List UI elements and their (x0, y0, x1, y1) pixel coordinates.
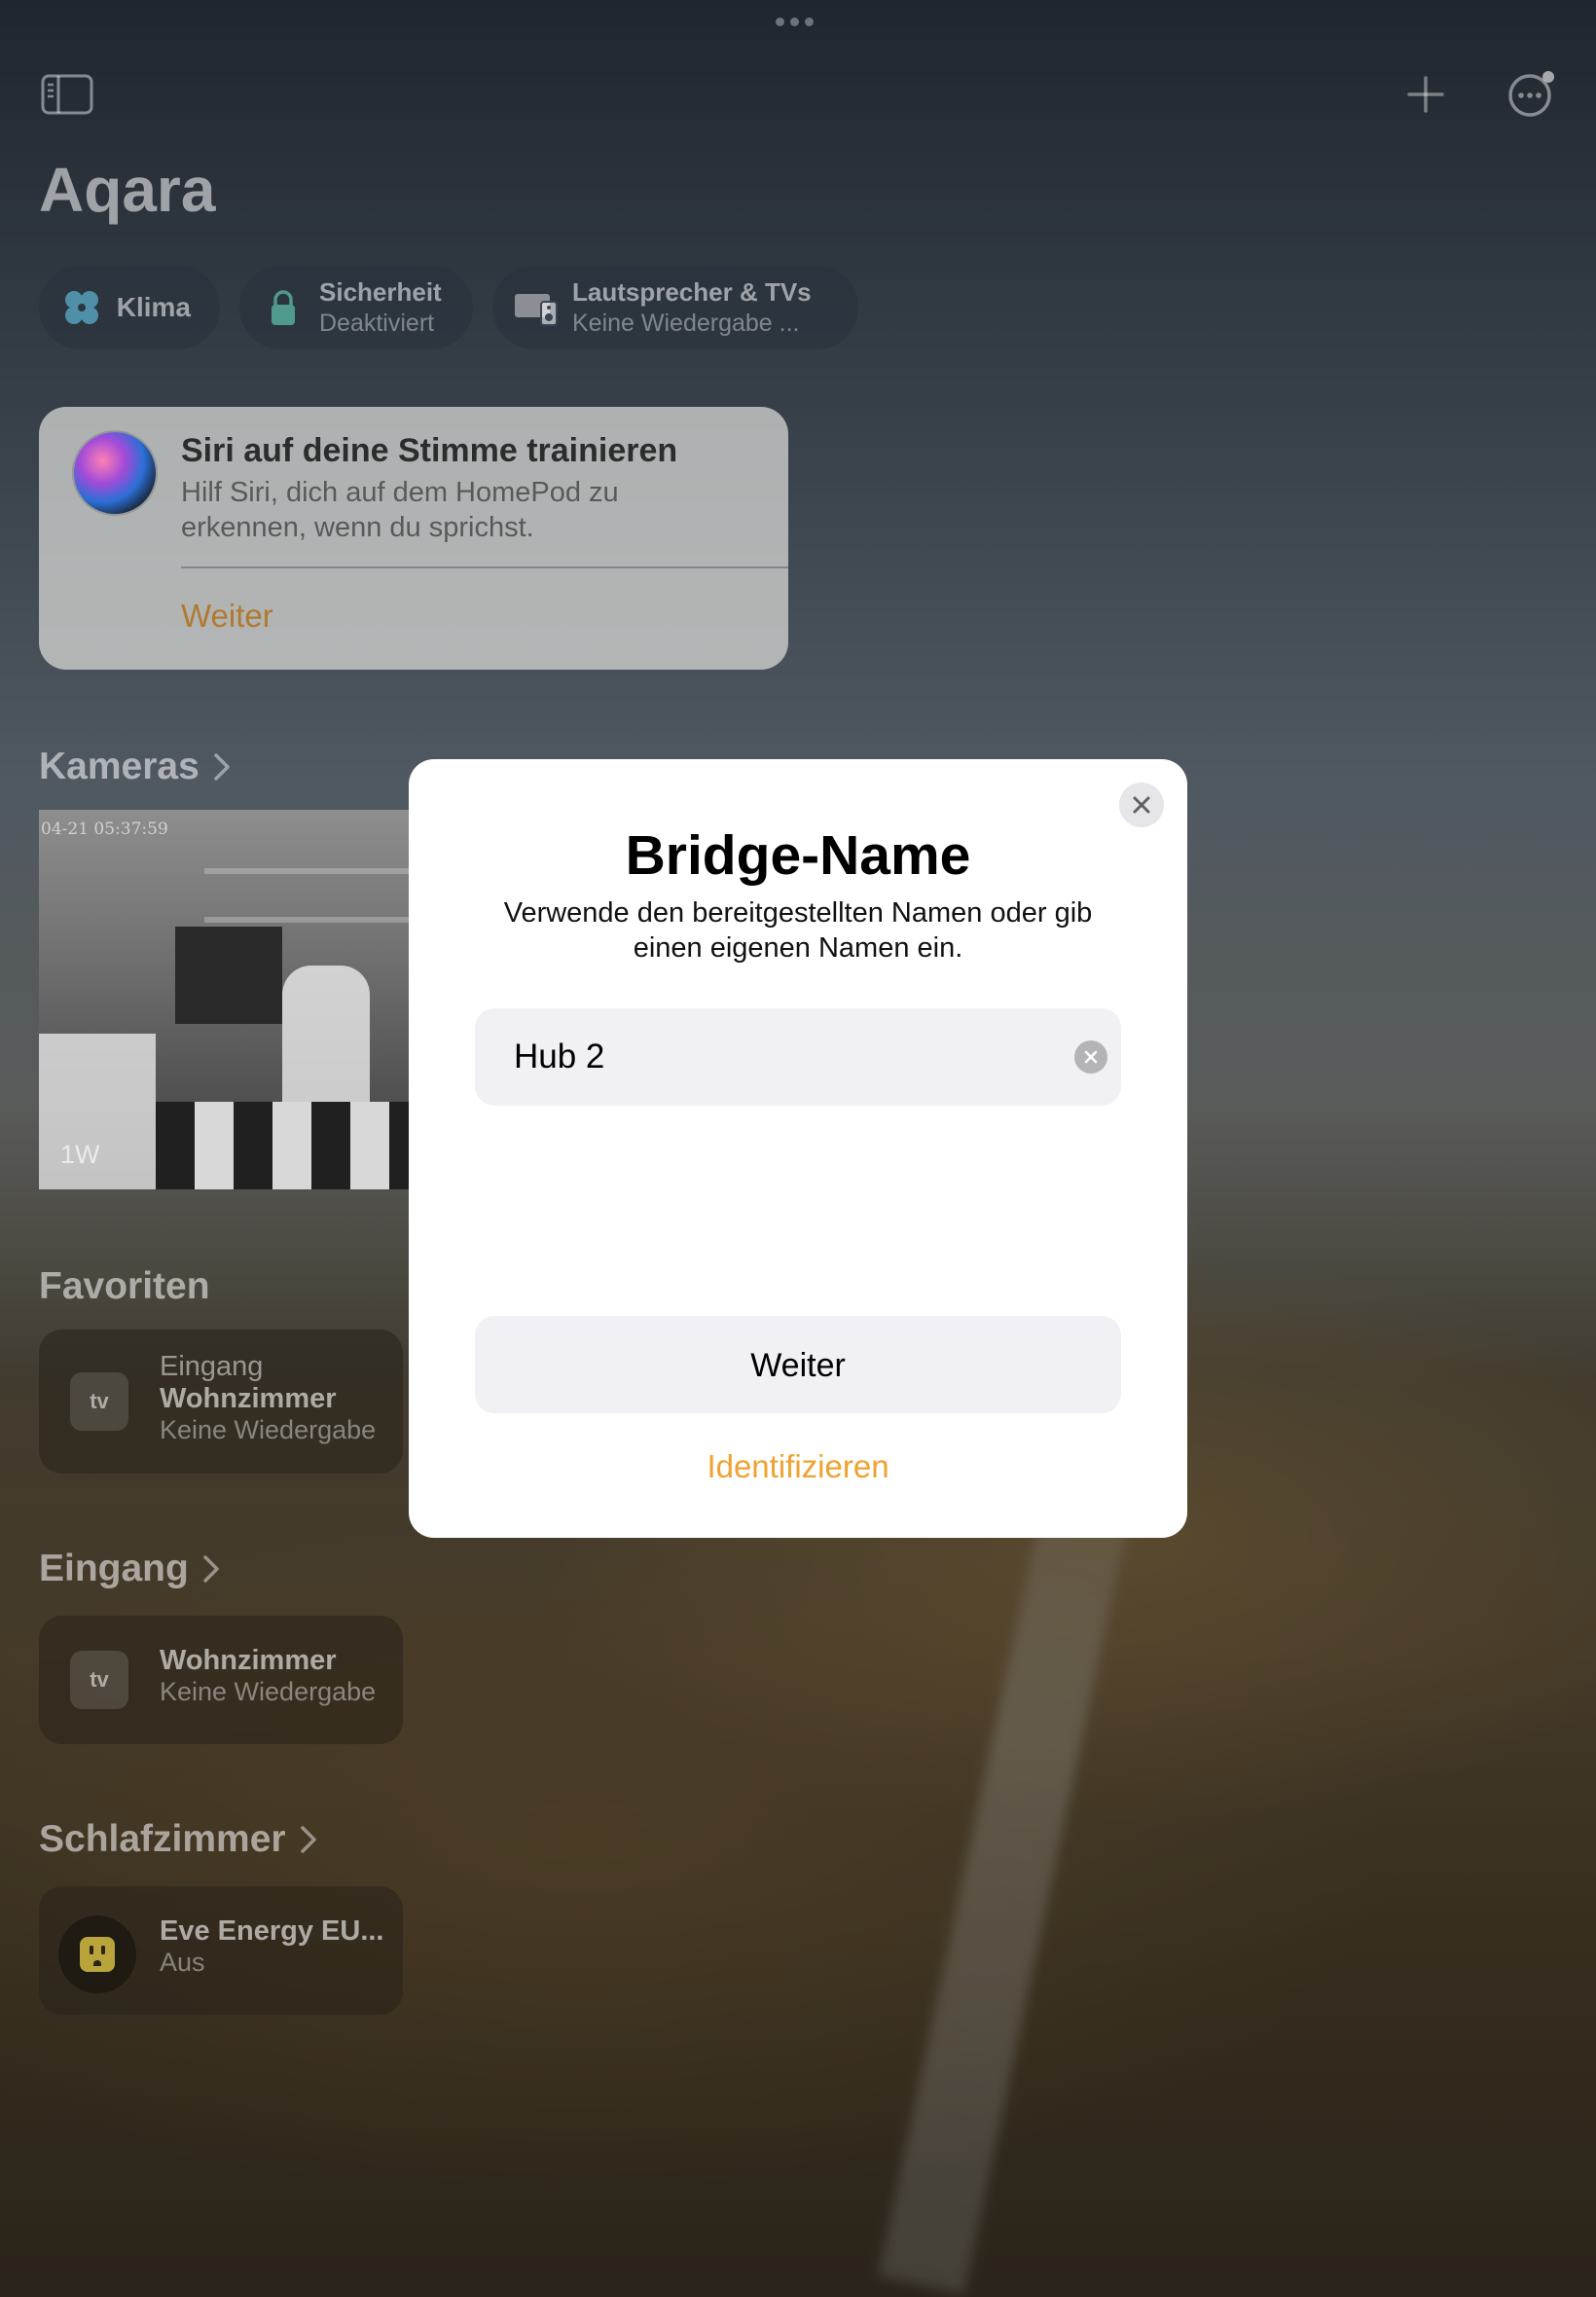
apple-tv-icon: tv (70, 1372, 128, 1431)
apple-tv-icon: tv (70, 1651, 128, 1709)
chip-klima[interactable]: Klima (39, 266, 220, 349)
dialog-title: Bridge-Name (625, 824, 971, 887)
section-title: Favoriten (39, 1265, 210, 1307)
chevron-right-icon (300, 1826, 316, 1853)
grabber-dot (790, 18, 799, 26)
bridge-name-dialog: Bridge-Name Verwende den bereitgestellte… (409, 759, 1187, 1538)
siri-card-title: Siri auf deine Stimme trainieren (181, 432, 678, 469)
tile-name: Eve Energy EU... (160, 1915, 384, 1947)
siri-card-description: Hilf Siri, dich auf dem HomePod zu erken… (181, 477, 619, 543)
camera-scene-shelf (204, 917, 409, 923)
divider (181, 566, 788, 568)
bedroom-tile-eve-energy[interactable]: Eve Energy EU... Aus (39, 1886, 403, 2015)
identify-button[interactable]: Identifizieren (409, 1448, 1187, 1485)
siri-training-card: Siri auf deine Stimme trainieren Hilf Si… (39, 407, 788, 670)
lock-icon (261, 285, 306, 330)
siri-icon (74, 432, 156, 514)
tile-text: Wohnzimmer Keine Wiedergabe (160, 1645, 376, 1707)
ellipsis-circle-icon (1508, 71, 1554, 117)
section-entrance[interactable]: Eingang (39, 1548, 220, 1590)
chip-text: Klima (117, 292, 191, 323)
section-title: Eingang (39, 1548, 189, 1589)
plus-icon (1407, 76, 1444, 113)
outlet-icon (58, 1915, 136, 1993)
chevron-right-icon (203, 1555, 219, 1583)
tile-status: Keine Wiedergabe (160, 1677, 377, 1706)
siri-continue-button[interactable]: Weiter (181, 598, 273, 635)
chip-title: Klima (116, 292, 191, 322)
continue-button[interactable]: Weiter (475, 1316, 1121, 1413)
close-button[interactable] (1119, 783, 1164, 827)
dialog-subtitle: Verwende den bereitgestellten Namen oder… (503, 897, 1093, 964)
bridge-name-input[interactable] (514, 1008, 1059, 1106)
chip-sicherheit[interactable]: Sicherheit Deaktiviert (239, 266, 473, 349)
tile-name: Wohnzimmer (160, 1383, 337, 1414)
chip-text: Lautsprecher & TVs Keine Wiedergabe ... (572, 277, 812, 338)
section-bedroom[interactable]: Schlafzimmer (39, 1818, 317, 1861)
home-title: Aqara (39, 155, 216, 225)
clear-icon (1084, 1050, 1098, 1064)
sidebar-toggle-button[interactable] (41, 72, 95, 117)
chip-text: Sicherheit Deaktiviert (319, 277, 442, 338)
tile-status: Keine Wiedergabe (160, 1415, 377, 1444)
add-button[interactable] (1401, 70, 1450, 119)
close-icon (1133, 796, 1150, 814)
sidebar-icon (41, 74, 93, 115)
section-title: Kameras (39, 746, 200, 787)
section-cameras[interactable]: Kameras (39, 746, 231, 788)
chip-subtitle: Deaktiviert (319, 310, 435, 337)
camera-tile[interactable]: 04-21 05:37:59 1W (39, 810, 409, 1189)
chevron-right-icon (214, 753, 230, 781)
tile-text: Eingang Wohnzimmer Keine Wiedergabe (160, 1351, 376, 1445)
category-chips: Klima Sicherheit Deaktiviert Lautspreche… (39, 266, 858, 349)
camera-scene-shelf (204, 868, 409, 874)
camera-timestamp: 04-21 05:37:59 (41, 820, 168, 839)
section-favorites: Favoriten (39, 1265, 210, 1308)
fan-icon (60, 285, 103, 330)
entrance-tile-wohnzimmer[interactable]: tv Wohnzimmer Keine Wiedergabe (39, 1616, 403, 1744)
tile-text: Eve Energy EU... Aus (160, 1915, 384, 1978)
bridge-name-field[interactable] (475, 1008, 1121, 1106)
window-grabber[interactable] (776, 18, 814, 26)
tile-name: Wohnzimmer (160, 1645, 337, 1676)
chip-lautsprecher-tvs[interactable]: Lautsprecher & TVs Keine Wiedergabe ... (492, 266, 858, 349)
chip-title: Lautsprecher & TVs (572, 277, 812, 307)
section-title: Schlafzimmer (39, 1818, 286, 1860)
clear-text-button[interactable] (1074, 1040, 1107, 1074)
tile-status: Aus (160, 1948, 205, 1977)
grabber-dot (776, 18, 784, 26)
camera-scene-floor (156, 1102, 409, 1189)
camera-label: 1W (60, 1140, 100, 1169)
grabber-dot (805, 18, 814, 26)
more-button[interactable] (1506, 70, 1555, 119)
favorite-tile-wohnzimmer[interactable]: tv Eingang Wohnzimmer Keine Wiedergabe (39, 1330, 403, 1474)
chip-subtitle: Keine Wiedergabe ... (572, 310, 800, 337)
chip-title: Sicherheit (319, 277, 442, 307)
speaker-tv-icon (514, 285, 559, 330)
tile-room: Eingang (160, 1351, 264, 1382)
camera-scene-monitor (175, 927, 282, 1024)
